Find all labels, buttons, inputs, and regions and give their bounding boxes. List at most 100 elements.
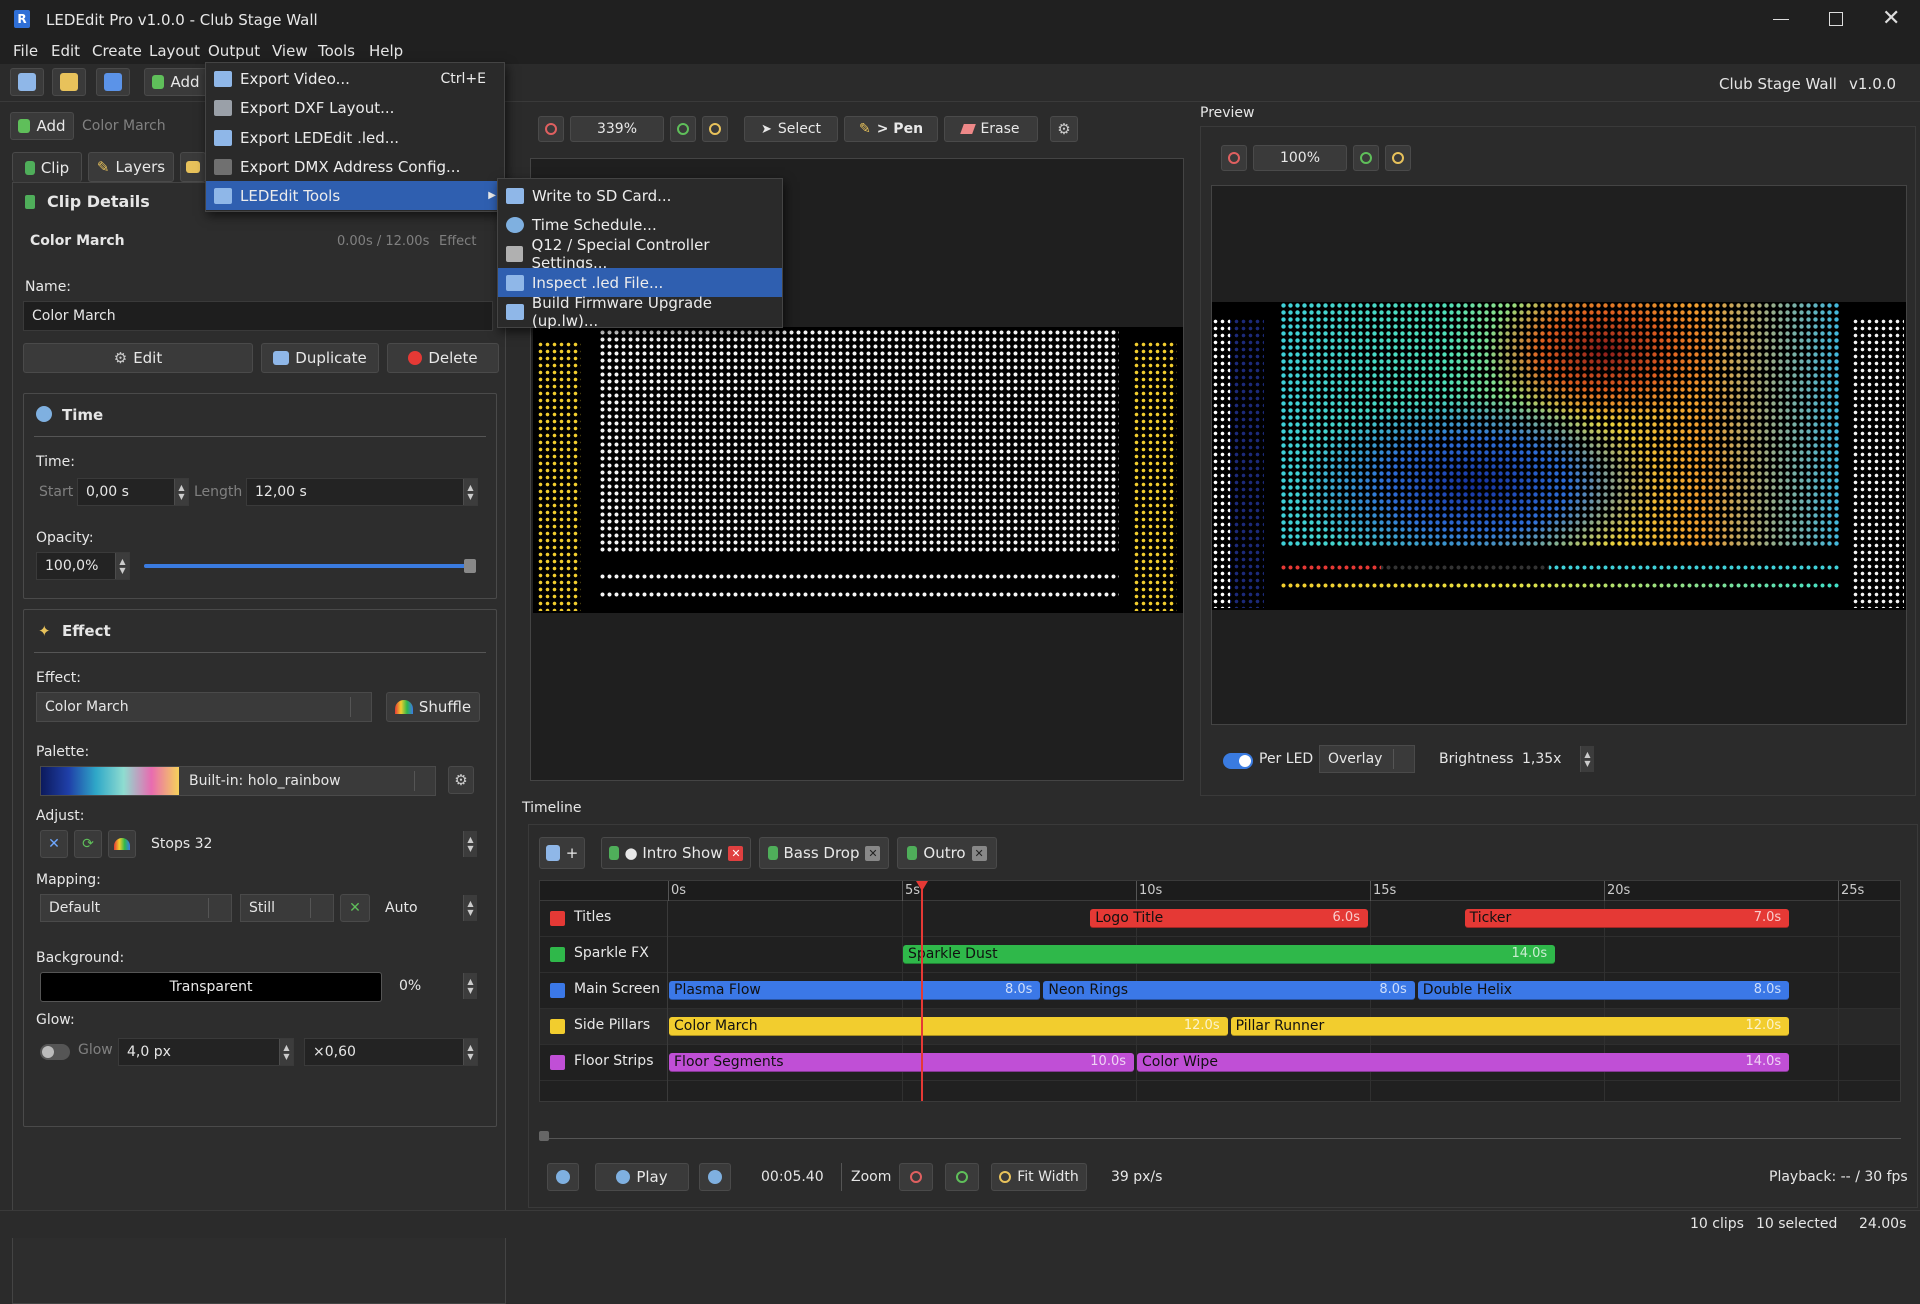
close-tab-icon[interactable]: ✕ <box>971 845 987 861</box>
duplicate-button[interactable]: Duplicate <box>261 343 379 373</box>
opacity-slider-handle[interactable] <box>464 559 476 573</box>
close-icon[interactable]: ✕ <box>1882 6 1900 31</box>
timeline-clip[interactable]: Logo Title 6.0s <box>1090 909 1368 928</box>
start-stepper[interactable]: ▲ ▼ <box>174 479 188 505</box>
background-opacity-input[interactable]: 0% ▲ ▼ <box>390 972 478 1000</box>
playhead[interactable] <box>915 881 928 1101</box>
editor-zoom-out-button[interactable] <box>538 116 564 142</box>
timeline-clip[interactable]: Color March 12.0s <box>669 1017 1228 1036</box>
timeline-scrollbar[interactable] <box>539 1131 1901 1141</box>
timeline-clip[interactable]: Color Wipe 14.0s <box>1137 1053 1790 1072</box>
brightness-stepper[interactable]: ▲ ▼ <box>1580 746 1594 772</box>
close-tab-icon[interactable]: ✕ <box>865 845 881 861</box>
background-opacity-stepper[interactable]: ▲ ▼ <box>463 973 477 999</box>
overlay-select[interactable]: Overlay <box>1319 745 1415 773</box>
preview-zoom-in-button[interactable] <box>1353 145 1379 171</box>
preview-zoom-field[interactable]: 100% <box>1253 145 1347 171</box>
maximize-icon[interactable] <box>1829 12 1843 26</box>
editor-zoom-fit-button[interactable] <box>702 116 728 142</box>
open-file-button[interactable] <box>52 68 86 96</box>
menu-export-led[interactable]: Export LEDEdit .led... <box>206 123 504 152</box>
auto-input[interactable]: Auto ▲ ▼ <box>376 894 478 922</box>
timeline-zoom-out-button[interactable] <box>899 1163 933 1191</box>
glow-size-input[interactable]: 4,0 px ▲ ▼ <box>118 1038 294 1066</box>
effect-select[interactable]: Color March <box>36 692 372 722</box>
start-input[interactable]: 0,00 s ▲ ▼ <box>77 478 189 506</box>
tab-outro[interactable]: Outro ✕ <box>897 837 997 869</box>
stops-stepper[interactable]: ▲ ▼ <box>463 831 477 857</box>
mapping-select[interactable]: Default <box>40 894 232 922</box>
opacity-stepper[interactable]: ▲ ▼ <box>115 553 129 579</box>
mapping-shuffle-button[interactable]: ✕ <box>340 894 370 922</box>
menu-tools[interactable]: Tools <box>318 42 355 60</box>
preview-zoom-fit-button[interactable] <box>1385 145 1411 171</box>
palette-select[interactable]: Built-in: holo_rainbow <box>40 766 436 796</box>
tab-bass-drop[interactable]: Bass Drop ✕ <box>759 837 889 869</box>
timeline-clip[interactable]: Pillar Runner 12.0s <box>1230 1017 1790 1036</box>
tab-clip[interactable]: Clip <box>12 152 82 182</box>
erase-tool-button[interactable]: Erase <box>944 116 1038 142</box>
playhead-handle[interactable] <box>915 881 928 891</box>
toolbar-add-button[interactable]: Add <box>144 68 208 96</box>
clip-add-button[interactable]: Add <box>10 112 74 140</box>
save-button[interactable] <box>96 68 130 96</box>
add-sequence-button[interactable]: + <box>539 837 585 869</box>
editor-zoom-in-button[interactable] <box>670 116 696 142</box>
shuffle-button[interactable]: Shuffle <box>386 692 480 722</box>
close-tab-icon[interactable]: ✕ <box>728 845 744 861</box>
glow-size-stepper[interactable]: ▲ ▼ <box>279 1039 293 1065</box>
stops-input[interactable]: Stops 32 ▲ ▼ <box>142 830 478 858</box>
menu-create[interactable]: Create <box>92 42 142 60</box>
glow-mult-input[interactable]: ×0,60 ▲ ▼ <box>304 1038 478 1066</box>
glow-mult-stepper[interactable]: ▲ ▼ <box>463 1039 477 1065</box>
delete-button[interactable]: Delete <box>387 343 499 373</box>
opacity-slider-track[interactable] <box>144 564 468 568</box>
auto-stepper[interactable]: ▲ ▼ <box>463 895 477 921</box>
scrollbar-handle[interactable] <box>539 1131 549 1141</box>
menu-write-sd-card[interactable]: Write to SD Card... <box>498 181 782 210</box>
adjust-rainbow-button[interactable] <box>108 830 136 858</box>
opacity-input[interactable]: 100,0% ▲ ▼ <box>36 552 130 580</box>
palette-settings-button[interactable]: ⚙ <box>448 766 474 794</box>
timeline-clip[interactable]: Neon Rings 8.0s <box>1043 981 1415 1000</box>
tab-layers[interactable]: ✎ Layers <box>88 152 174 182</box>
menu-edit[interactable]: Edit <box>51 42 80 60</box>
still-select[interactable]: Still <box>240 894 334 922</box>
skip-back-button[interactable] <box>547 1163 579 1191</box>
menu-output[interactable]: Output <box>208 42 260 60</box>
length-stepper[interactable]: ▲ ▼ <box>463 479 477 505</box>
play-button[interactable]: Play <box>595 1163 689 1191</box>
timeline-clip[interactable]: Ticker 7.0s <box>1464 909 1790 928</box>
select-tool-button[interactable]: ➤ Select <box>744 116 838 142</box>
center-splitter[interactable] <box>1194 102 1198 792</box>
preview-canvas[interactable] <box>1211 185 1907 725</box>
menu-build-firmware[interactable]: Build Firmware Upgrade (up.lw)... <box>498 294 782 330</box>
adjust-cycle-button[interactable]: ⟳ <box>74 830 102 858</box>
edit-button[interactable]: ⚙ Edit <box>23 343 253 373</box>
timeline-clip[interactable]: Sparkle Dust 14.0s <box>903 945 1556 964</box>
name-input[interactable]: Color March <box>23 301 493 331</box>
menu-export-video[interactable]: Export Video... Ctrl+E <box>206 64 504 93</box>
timeline-zoom-in-button[interactable] <box>945 1163 979 1191</box>
brightness-input[interactable]: 1,35x ▲ ▼ <box>1513 745 1595 773</box>
menu-layout[interactable]: Layout <box>149 42 200 60</box>
menu-export-dxf[interactable]: Export DXF Layout... <box>206 93 504 122</box>
timeline-clip[interactable]: Plasma Flow 8.0s <box>669 981 1041 1000</box>
timeline-clip[interactable]: Double Helix 8.0s <box>1417 981 1790 1000</box>
timeline-ruler[interactable]: 0s 5s 10s 15s 20s 25s <box>540 881 1900 901</box>
skip-forward-button[interactable] <box>699 1163 731 1191</box>
length-input[interactable]: 12,00 s ▲ ▼ <box>246 478 478 506</box>
glow-toggle[interactable] <box>40 1044 70 1060</box>
background-color-button[interactable]: Transparent <box>40 972 382 1002</box>
pen-tool-button[interactable]: ✎ > Pen <box>844 116 938 142</box>
preview-zoom-out-button[interactable] <box>1221 145 1247 171</box>
tab-intro-show[interactable]: ● Intro Show ✕ <box>601 837 751 869</box>
adjust-shuffle-button[interactable]: ✕ <box>40 830 68 858</box>
per-led-toggle[interactable] <box>1223 753 1253 769</box>
menu-export-dmx[interactable]: Export DMX Address Config... <box>206 152 504 181</box>
menu-view[interactable]: View <box>272 42 308 60</box>
new-file-button[interactable] <box>10 68 44 96</box>
timeline-clip[interactable]: Floor Segments 10.0s <box>669 1053 1134 1072</box>
editor-zoom-field[interactable]: 339% <box>570 116 664 142</box>
fit-width-button[interactable]: Fit Width <box>991 1163 1087 1191</box>
